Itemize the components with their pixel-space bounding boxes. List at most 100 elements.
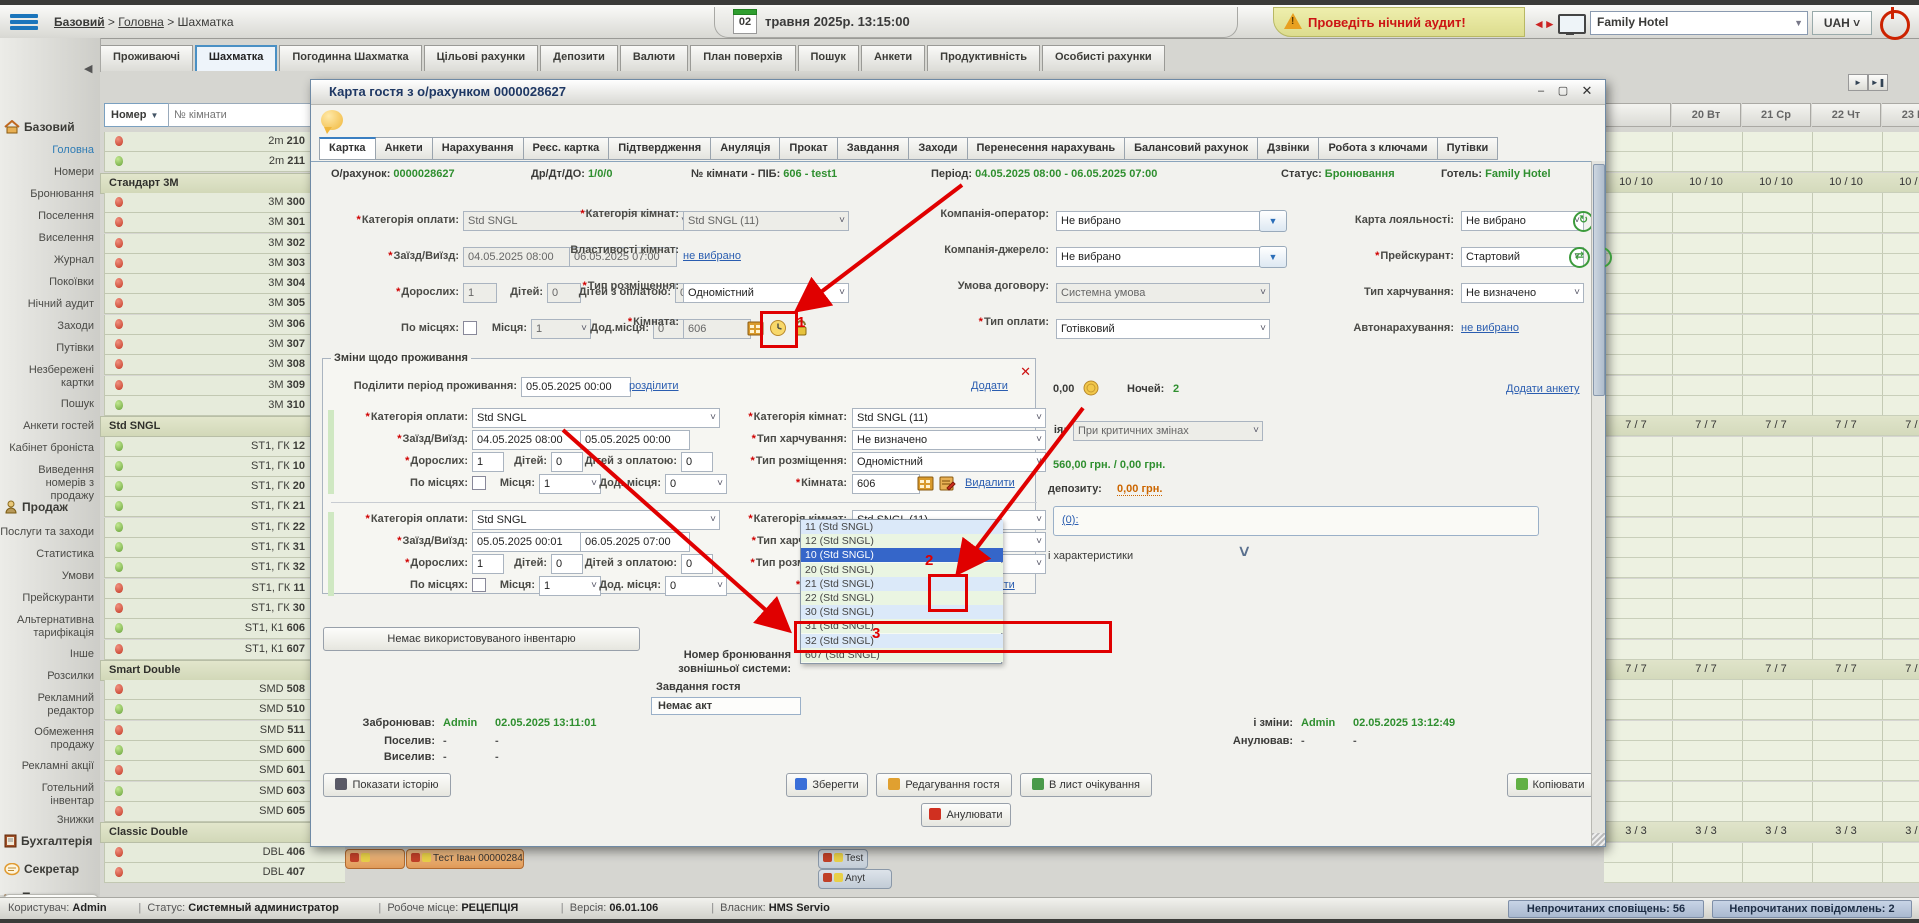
room-option-607 (Std SNGL)[interactable]: 607 (Std SNGL) <box>801 648 1003 662</box>
timeline-row[interactable] <box>1604 396 1919 416</box>
sidebar-item-Обмеження продажу[interactable]: Обмеження продажу <box>0 726 94 752</box>
tab-Депозити[interactable]: Депозити <box>540 45 618 71</box>
sidebar-item-Виселення[interactable]: Виселення <box>0 232 94 245</box>
guest-tab-Балансовий рахунок[interactable]: Балансовий рахунок <box>1125 137 1258 160</box>
adults-field[interactable]: 1 <box>463 283 497 303</box>
room-group-Classic Double[interactable]: Classic Double <box>100 822 345 843</box>
timeline-row[interactable] <box>1604 518 1919 538</box>
edit-guest-button[interactable]: Редагування гостя <box>876 773 1012 797</box>
room-option-11 (Std SNGL)[interactable]: 11 (Std SNGL) <box>801 520 1003 534</box>
room-option-20 (Std SNGL)[interactable]: 20 (Std SNGL) <box>801 563 1003 577</box>
sync-arrows-icon[interactable]: ◄► <box>1533 17 1555 31</box>
sidebar-item-Поселення[interactable]: Поселення <box>0 210 94 223</box>
timeline-row[interactable] <box>1604 538 1919 558</box>
minimize-button[interactable]: – <box>1533 85 1549 99</box>
pricelist-select[interactable]: Стартовий <box>1461 247 1584 267</box>
company-operator-dropdown-button[interactable] <box>1259 210 1287 232</box>
sidebar-item-Незбережені картки[interactable]: Незбережені картки <box>0 364 94 390</box>
company-source-field[interactable]: Не вибрано <box>1056 247 1260 267</box>
timeline-scroll-end-icon[interactable]: ►❚ <box>1868 74 1888 91</box>
room-row-DBL-406[interactable]: DBL 406 <box>104 843 345 863</box>
dialog-title-bar[interactable]: Карта гостя з о/рахунком 0000028627 – ▢ … <box>311 80 1605 105</box>
pricelist-swap-icon[interactable]: ⇄ <box>1569 247 1590 268</box>
show-history-button[interactable]: Показати історію <box>323 773 451 797</box>
timeline-row[interactable] <box>1604 213 1919 233</box>
guest-tab-Підтвердження[interactable]: Підтвердження <box>609 137 711 160</box>
room-option-12 (Std SNGL)[interactable]: 12 (Std SNGL) <box>801 534 1003 548</box>
tab-Анкети[interactable]: Анкети <box>861 45 925 71</box>
tab-Шахматка[interactable]: Шахматка <box>195 45 277 71</box>
guest-tab-Прокат[interactable]: Прокат <box>780 137 837 160</box>
sidebar-item-Виведення номерів з продажу[interactable]: Виведення номерів з продажу <box>0 464 94 503</box>
chg-pay-category-select[interactable]: Std SNGL <box>472 510 720 530</box>
timeline-row[interactable] <box>1604 761 1919 781</box>
sidebar-section-Секретар[interactable]: Секретар <box>4 862 98 879</box>
sidebar-item-Покоївки[interactable]: Покоївки <box>0 276 94 289</box>
copy-button[interactable]: Копіювати <box>1507 773 1593 797</box>
room-option-32 (Std SNGL)[interactable]: 32 (Std SNGL) <box>801 634 1003 648</box>
room-row-3M-306[interactable]: 3M 306 <box>104 315 345 335</box>
timeline-row[interactable] <box>1604 254 1919 274</box>
sidebar-item-Готельний інвентар[interactable]: Готельний інвентар <box>0 782 94 808</box>
guest-tab-Дзвінки[interactable]: Дзвінки <box>1258 137 1319 160</box>
sidebar-section-Базовий[interactable]: Базовий <box>4 120 98 137</box>
room-row-SMD-601[interactable]: SMD 601 <box>104 761 345 781</box>
room-row-ST1, ГК-10[interactable]: ST1, ГК 10 <box>104 457 345 477</box>
guest-tab-Заходи[interactable]: Заходи <box>909 137 967 160</box>
timeline-column-23 Пт[interactable]: 23 Пт <box>1882 103 1919 127</box>
tab-Цільові рахунки[interactable]: Цільові рахунки <box>424 45 539 71</box>
night-audit-warning[interactable]: Проведіть нічний аудит! <box>1273 7 1525 37</box>
currency-select[interactable]: UAH ˅ <box>1812 11 1872 35</box>
tab-План поверхів[interactable]: План поверхів <box>690 45 795 71</box>
sidebar-item-Номери[interactable]: Номери <box>0 166 94 179</box>
timeline-scroll-right-icon[interactable]: ► <box>1848 74 1868 91</box>
guest-tab-Путівки[interactable]: Путівки <box>1438 137 1499 160</box>
guest-tab-Анкети[interactable]: Анкети <box>376 137 433 160</box>
close-button[interactable]: ✕ <box>1579 85 1595 99</box>
contract-condition-select[interactable]: Системна умова <box>1056 283 1270 303</box>
by-places-checkbox[interactable] <box>463 321 477 335</box>
timeline-row[interactable] <box>1604 315 1919 335</box>
timeline-row[interactable] <box>1604 335 1919 355</box>
chg-by-places-checkbox[interactable] <box>472 578 486 592</box>
sidebar-item-Статистика[interactable]: Статистика <box>0 548 94 561</box>
power-icon[interactable] <box>1880 10 1910 40</box>
timeline-column-hidden[interactable] <box>1604 103 1671 127</box>
room-row-3M-309[interactable]: 3M 309 <box>104 376 345 396</box>
chg-children-paid-field[interactable]: 0 <box>681 452 713 472</box>
room-row-3M-304[interactable]: 3M 304 <box>104 274 345 294</box>
timeline-row[interactable] <box>1604 193 1919 213</box>
tab-Валюти[interactable]: Валюти <box>620 45 688 71</box>
tab-Пошук[interactable]: Пошук <box>798 45 859 71</box>
room-option-10 (Std SNGL)[interactable]: 10 (Std SNGL) <box>801 548 1003 562</box>
add-period-link[interactable]: Додати <box>971 380 1008 392</box>
room-option-22 (Std SNGL)[interactable]: 22 (Std SNGL) <box>801 591 1003 605</box>
company-operator-field[interactable]: Не вибрано <box>1056 211 1260 231</box>
room-row-SMD-508[interactable]: SMD 508 <box>104 680 345 700</box>
timeline-row[interactable] <box>1604 497 1919 517</box>
sidebar-item-Нічний аудит[interactable]: Нічний аудит <box>0 298 94 311</box>
food-type-select[interactable]: Не визначено <box>1461 283 1584 303</box>
chg-from-field[interactable]: 04.05.2025 08:00 <box>472 430 582 450</box>
room-group-Smart Double[interactable]: Smart Double <box>100 660 345 681</box>
payment-type-select[interactable]: Готівковий <box>1056 319 1270 339</box>
room-option-31 (Std SNGL)[interactable]: 31 (Std SNGL) <box>801 619 1003 633</box>
timeline-row[interactable] <box>1604 132 1919 152</box>
chg-room-field[interactable]: 606 <box>852 474 920 494</box>
chg-room-category-select[interactable]: Std SNGL (11) <box>852 408 1046 428</box>
timeline-row[interactable] <box>1604 721 1919 741</box>
sidebar-section-Продаж[interactable]: Продаж <box>4 500 98 517</box>
checkin-field[interactable]: 04.05.2025 08:00 <box>463 247 571 267</box>
guest-tab-Картка[interactable]: Картка <box>319 137 376 160</box>
timeline-column-21 Ср[interactable]: 21 Ср <box>1742 103 1811 127</box>
room-row-3M-300[interactable]: 3M 300 <box>104 193 345 213</box>
timeline-row[interactable] <box>1604 294 1919 314</box>
coin-icon[interactable] <box>1083 380 1100 398</box>
guest-tab-Нарахування[interactable]: Нарахування <box>433 137 524 160</box>
sidebar-item-Головна[interactable]: Головна <box>0 144 94 157</box>
autocharge-link[interactable]: не вибрано <box>1461 322 1519 334</box>
comment-icon[interactable] <box>321 110 343 130</box>
sidebar-item-Бронювання[interactable]: Бронювання <box>0 188 94 201</box>
room-row-3M-310[interactable]: 3M 310 <box>104 396 345 416</box>
maximize-button[interactable]: ▢ <box>1555 85 1571 99</box>
